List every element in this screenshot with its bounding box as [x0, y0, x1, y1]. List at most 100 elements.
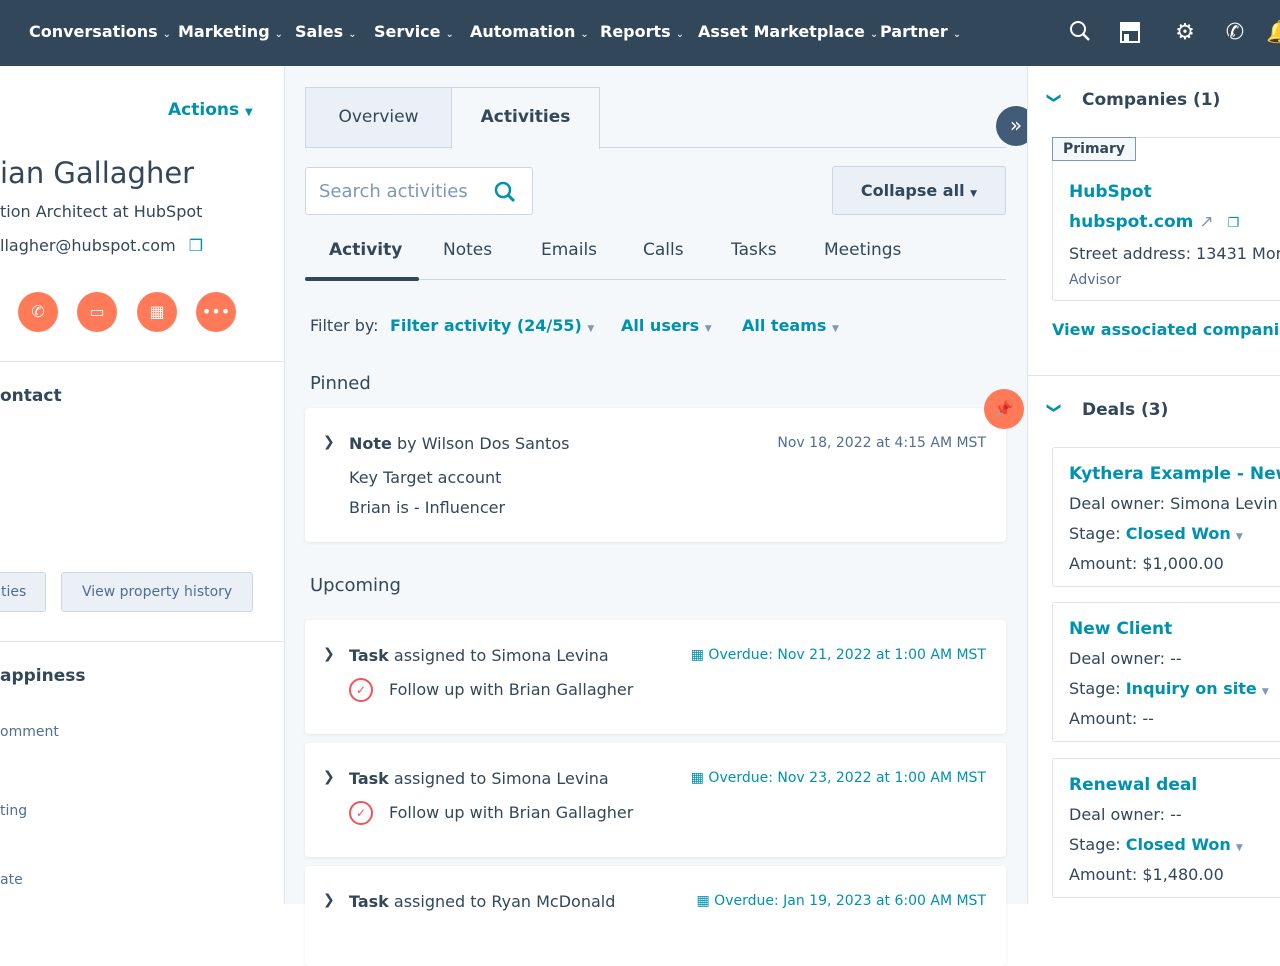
stage-dropdown[interactable]: Closed Won	[1126, 835, 1231, 854]
pinned-note-card: ❯ Note by Wilson Dos Santos Nov 18, 2022…	[305, 408, 1006, 542]
pin-icon[interactable]: 📌	[984, 389, 1024, 429]
chevron-down-icon[interactable]: ❯	[1046, 402, 1062, 414]
nav-sales[interactable]: Sales ⌄	[295, 22, 357, 41]
caret-down-icon: ▼	[832, 324, 839, 334]
task-header: Task assigned to Simona Levina	[349, 646, 609, 665]
meeting-button[interactable]: ▦	[137, 292, 177, 332]
tab-activities[interactable]: Activities	[451, 87, 600, 149]
dropdown-label: All users	[621, 316, 700, 335]
complete-task-checkbox[interactable]: ✓	[349, 678, 373, 702]
chevron-right-icon[interactable]: ❯	[323, 646, 335, 662]
chevron-right-icon[interactable]: ❯	[323, 769, 335, 785]
all-users-dropdown[interactable]: All users ▼	[621, 316, 712, 335]
task-type: Task	[349, 892, 389, 911]
deal-stage: Stage: Closed Won ▼	[1069, 835, 1243, 854]
due-text: Overdue: Nov 23, 2022 at 1:00 AM MST	[708, 770, 986, 786]
more-button[interactable]: •••	[196, 292, 236, 332]
section-about-contact[interactable]: ontact	[0, 386, 62, 406]
task-header: Task assigned to Ryan McDonald	[349, 892, 615, 911]
chevron-down-icon[interactable]: ❯	[1046, 92, 1062, 104]
task-due: ▦ Overdue: Jan 19, 2023 at 6:00 AM MST	[696, 893, 986, 909]
nav-partner[interactable]: Partner ⌄	[880, 22, 961, 41]
copy-icon[interactable]: ❐	[189, 236, 203, 255]
nav-label: Asset Marketplace	[698, 22, 865, 41]
nav-service[interactable]: Service ⌄	[374, 22, 454, 41]
company-name-link[interactable]: HubSpot	[1069, 182, 1152, 202]
chevron-right-icon[interactable]: ❯	[323, 892, 335, 908]
deal-amount: Amount: --	[1069, 709, 1154, 728]
street-address: Street address: 13431 Mor	[1069, 244, 1280, 263]
email-button[interactable]: ▭	[77, 292, 117, 332]
deal-amount: Amount: $1,000.00	[1069, 554, 1224, 573]
marketplace-icon[interactable]	[1117, 20, 1143, 46]
domain-link[interactable]: hubspot.com	[1069, 212, 1193, 232]
chevron-down-icon: ⌄	[348, 29, 357, 40]
collapse-all-button[interactable]: Collapse all ▼	[832, 166, 1006, 215]
field-label: Amount:	[1069, 865, 1138, 884]
divider	[0, 361, 285, 362]
pinned-heading: Pinned	[310, 373, 371, 394]
nav-automation[interactable]: Automation ⌄	[470, 22, 589, 41]
search-activities-input[interactable]: Search activities	[305, 167, 533, 215]
bell-icon[interactable]: 🔔	[1266, 20, 1280, 46]
subtab-activity[interactable]: Activity	[329, 240, 402, 260]
all-teams-dropdown[interactable]: All teams ▼	[742, 316, 839, 335]
search-placeholder: Search activities	[319, 181, 468, 202]
field-value: --	[1170, 649, 1182, 668]
complete-task-checkbox[interactable]: ✓	[349, 801, 373, 825]
deals-heading[interactable]: Deals (3)	[1082, 400, 1168, 420]
chevron-down-icon: ⌄	[274, 29, 284, 40]
deal-name-link[interactable]: Renewal deal	[1069, 775, 1197, 795]
double-chevron-right-icon: »	[1009, 113, 1023, 137]
subtab-notes[interactable]: Notes	[443, 240, 492, 260]
chevron-down-icon: ⌄	[952, 29, 962, 40]
task-assignee: assigned to Simona Levina	[393, 646, 609, 665]
gear-icon[interactable]: ⚙	[1172, 20, 1198, 46]
field-value: $1,000.00	[1142, 554, 1224, 573]
subtab-emails[interactable]: Emails	[541, 240, 597, 260]
view-properties-button[interactable]: ties	[0, 572, 46, 612]
stage-dropdown[interactable]: Inquiry on site	[1126, 679, 1257, 698]
field-value: --	[1142, 709, 1154, 728]
task-title: Follow up with Brian Gallagher	[389, 803, 634, 822]
nav-conversations[interactable]: Conversations ⌄	[29, 22, 171, 41]
nav-asset-marketplace[interactable]: Asset Marketplace ⌄	[698, 22, 878, 41]
subtab-meetings[interactable]: Meetings	[824, 240, 901, 260]
deal-name-link[interactable]: New Client	[1069, 619, 1172, 639]
actions-button[interactable]: Actions ▼	[168, 100, 253, 120]
deal-name-link[interactable]: Kythera Example - New I	[1069, 464, 1280, 484]
subtab-tasks[interactable]: Tasks	[731, 240, 777, 260]
external-link-icon[interactable]: ↗	[1199, 212, 1213, 232]
chevron-down-icon: ⌄	[675, 29, 685, 40]
tab-overview[interactable]: Overview	[305, 87, 452, 148]
search-icon[interactable]	[1067, 20, 1093, 46]
call-button[interactable]: ✆	[18, 292, 58, 332]
filter-activity-dropdown[interactable]: Filter activity (24/55) ▼	[390, 316, 594, 335]
nav-label: Partner	[880, 22, 948, 41]
task-card: ❯ Task assigned to Ryan McDonald ▦ Overd…	[305, 866, 1006, 966]
tab-divider	[600, 147, 1006, 148]
primary-badge: Primary	[1052, 137, 1137, 161]
company-domain: hubspot.com ↗ ❐	[1069, 212, 1239, 232]
caret-down-icon: ▼	[1235, 532, 1243, 542]
task-card: ❯ Task assigned to Simona Levina ▦ Overd…	[305, 743, 1006, 857]
subtab-calls[interactable]: Calls	[643, 240, 684, 260]
nav-marketing[interactable]: Marketing ⌄	[178, 22, 283, 41]
stage-dropdown[interactable]: Closed Won	[1126, 524, 1231, 543]
chevron-right-icon[interactable]: ❯	[323, 434, 335, 450]
view-property-history-button[interactable]: View property history	[61, 572, 254, 612]
copy-icon[interactable]: ❐	[1228, 216, 1240, 231]
nav-reports[interactable]: Reports ⌄	[600, 22, 684, 41]
divider	[0, 641, 285, 642]
field-value: 13431 Mor	[1196, 244, 1280, 263]
section-happiness[interactable]: appiness	[0, 666, 86, 686]
field-label: Deal owner:	[1069, 494, 1166, 513]
divider	[1028, 375, 1280, 376]
deal-owner: Deal owner: --	[1069, 805, 1182, 824]
field-label: Stage:	[1069, 524, 1121, 543]
companies-heading[interactable]: Companies (1)	[1082, 90, 1220, 110]
due-text: Overdue: Jan 19, 2023 at 6:00 AM MST	[714, 893, 986, 909]
deal-card: New Client Deal owner: -- Stage: Inquiry…	[1052, 602, 1280, 742]
phone-icon[interactable]: ✆	[1222, 20, 1248, 46]
view-associated-companies-link[interactable]: View associated companie	[1052, 320, 1280, 339]
